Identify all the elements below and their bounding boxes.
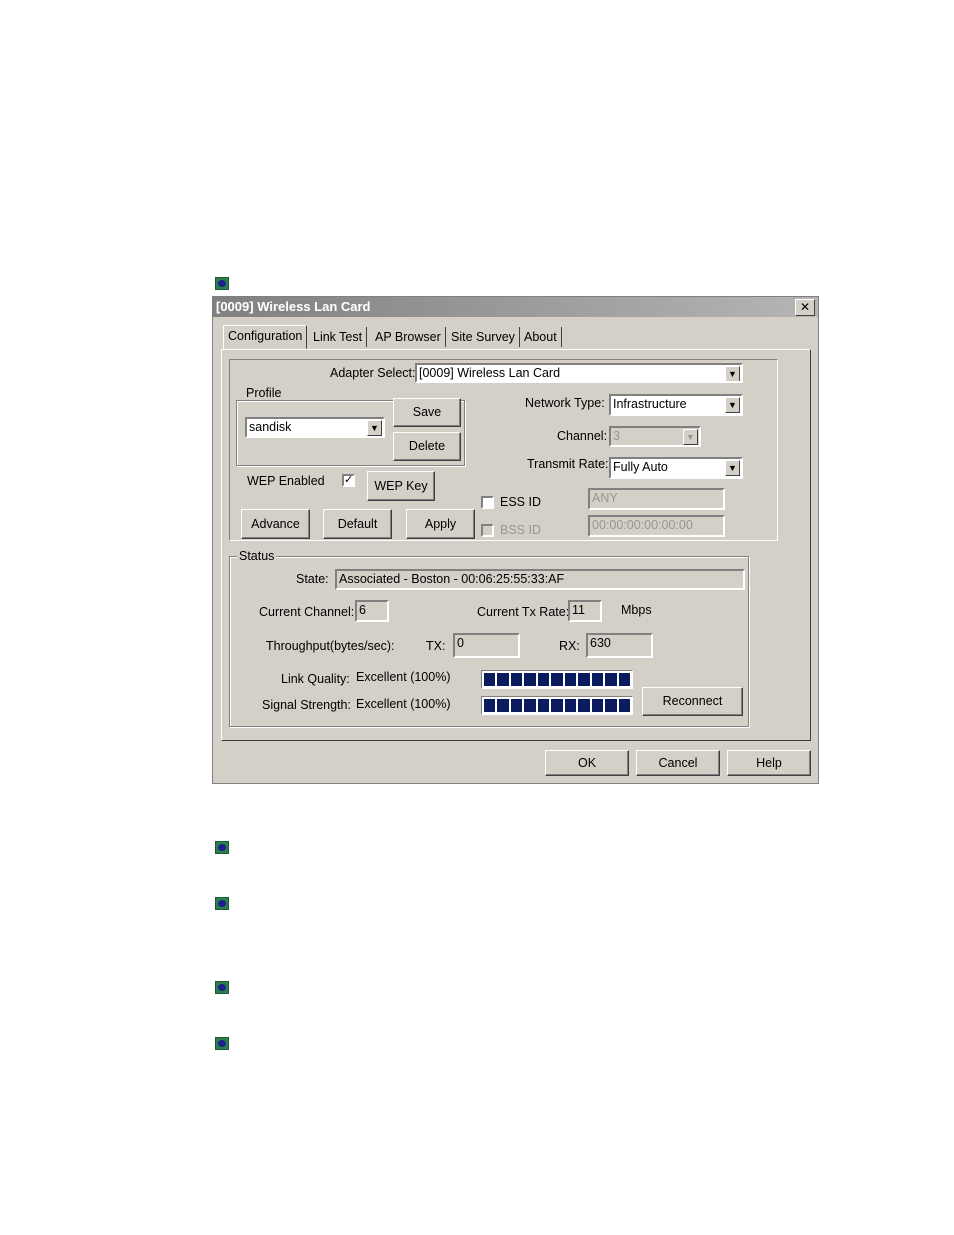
wireless-config-dialog: [0009] Wireless Lan Card ✕ Configuration… [212,296,819,784]
bar-segment [510,699,523,712]
network-type-value: Infrastructure [613,397,687,411]
bar-segment [484,699,496,712]
delete-button[interactable]: Delete [393,432,461,461]
close-button[interactable]: ✕ [795,299,815,316]
tab-ap-browser[interactable]: AP Browser [371,327,446,347]
profile-group-label: Profile [244,386,284,400]
network-type-dropdown[interactable]: Infrastructure ▼ [609,394,743,416]
throughput-label: Throughput(bytes/sec): [266,639,395,653]
title-bar[interactable]: [0009] Wireless Lan Card ✕ [213,297,818,317]
dropdown-arrow-icon[interactable]: ▼ [725,397,740,413]
signal-strength-value: Excellent (100%) [356,697,451,711]
tx-rate-field: 11 [568,600,602,622]
tx-rate-label: Current Tx Rate: [477,605,570,619]
advance-button[interactable]: Advance [241,509,310,539]
adapter-select-label: Adapter Select: [330,366,416,380]
signal-strength-label: Signal Strength: [262,698,351,712]
tab-about[interactable]: About [520,327,562,347]
bar-segment [578,699,590,712]
ok-button[interactable]: OK [545,750,629,776]
rx-label: RX: [559,639,580,653]
tx-rate-unit: Mbps [621,603,652,617]
transmit-rate-value: Fully Auto [613,460,668,474]
bar-segment [564,673,577,686]
tx-label: TX: [426,639,446,653]
bullet-icon [215,897,229,910]
bar-segment [551,699,563,712]
link-quality-bar [481,670,633,689]
network-type-label: Network Type: [525,396,605,410]
bss-id-field: 00:00:00:00:00:00 [588,515,725,537]
bss-id-checkbox [481,524,494,537]
window-title: [0009] Wireless Lan Card [216,299,371,314]
bar-segment [618,699,630,712]
dropdown-arrow-icon[interactable]: ▼ [725,366,740,381]
link-quality-label: Link Quality: [281,672,350,686]
current-channel-field: 6 [355,600,389,622]
bar-segment [551,673,563,686]
rx-field: 630 [586,633,653,658]
bar-segment [510,673,523,686]
profile-value: sandisk [249,420,292,434]
current-channel-label: Current Channel: [259,605,355,619]
checkmark-icon: ✓ [344,474,354,486]
state-label: State: [296,572,329,586]
bullet-icon [215,981,229,994]
close-icon: ✕ [799,300,811,314]
bar-segment [564,699,577,712]
ess-id-label: ESS ID [500,495,541,509]
bar-segment [591,699,604,712]
bar-segment [591,673,604,686]
status-group-label: Status [237,549,277,563]
profile-dropdown[interactable]: sandisk ▼ [245,417,385,438]
adapter-select-value: [0009] Wireless Lan Card [419,366,561,380]
bar-segment [497,699,509,712]
help-button[interactable]: Help [727,750,811,776]
channel-dropdown: 3 ▼ [609,426,701,447]
tab-link-test[interactable]: Link Test [309,327,368,347]
bss-id-label: BSS ID [500,523,541,537]
dropdown-arrow-icon[interactable]: ▼ [367,420,382,436]
tab-site-survey[interactable]: Site Survey [447,327,520,347]
bar-segment [537,699,550,712]
bar-segment [524,699,536,712]
ess-id-field: ANY [588,488,725,510]
state-field: Associated - Boston - 00:06:25:55:33:AF [335,569,745,590]
save-button[interactable]: Save [393,398,461,427]
dropdown-arrow-icon: ▼ [683,429,698,445]
wep-key-button[interactable]: WEP Key [367,471,435,501]
bar-segment [524,673,536,686]
channel-label: Channel: [557,429,608,443]
link-quality-value: Excellent (100%) [356,670,451,684]
bullet-icon [215,277,229,290]
cancel-button[interactable]: Cancel [636,750,720,776]
reconnect-button[interactable]: Reconnect [642,687,743,716]
wep-enabled-label: WEP Enabled [247,474,325,488]
apply-button[interactable]: Apply [406,509,475,539]
bar-segment [605,699,617,712]
dropdown-arrow-icon[interactable]: ▼ [725,460,740,476]
bullet-icon [215,1037,229,1050]
default-button[interactable]: Default [323,509,392,539]
bar-segment [484,673,496,686]
bar-segment [618,673,630,686]
transmit-rate-dropdown[interactable]: Fully Auto ▼ [609,457,743,479]
signal-strength-bar [481,696,633,715]
tab-configuration[interactable]: Configuration [223,325,308,349]
adapter-select-dropdown[interactable]: [0009] Wireless Lan Card ▼ [415,363,743,383]
tx-field: 0 [453,633,520,658]
transmit-rate-label: Transmit Rate: [527,457,609,471]
channel-value: 3 [613,429,620,443]
bar-segment [578,673,590,686]
bar-segment [497,673,509,686]
wep-enabled-checkbox[interactable]: ✓ [342,474,355,487]
ess-id-checkbox[interactable] [481,496,494,509]
bullet-icon [215,841,229,854]
bar-segment [537,673,550,686]
bar-segment [605,673,617,686]
